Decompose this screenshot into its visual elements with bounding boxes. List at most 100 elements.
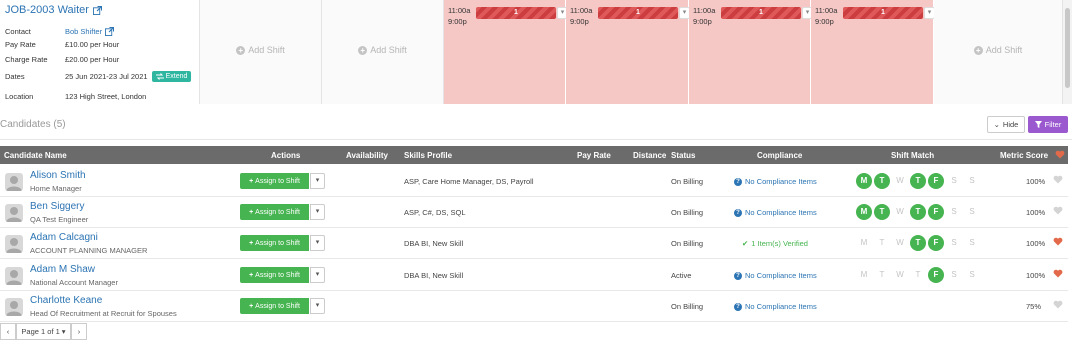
heart-icon[interactable]	[1055, 150, 1065, 159]
assign-dropdown-caret-icon[interactable]: ▾	[310, 298, 325, 314]
day-match-indicator: M	[856, 204, 872, 220]
candidate-name-link[interactable]: Adam Calcagni	[30, 232, 98, 243]
swap-arrows-icon	[155, 73, 164, 80]
assign-label: Assign to Shift	[255, 239, 300, 247]
vertical-scrollbar[interactable]	[1063, 0, 1072, 104]
check-icon: ✔	[742, 239, 749, 248]
col-skills-profile[interactable]: Skills Profile	[404, 151, 452, 160]
plus-icon: +	[249, 208, 254, 216]
col-status[interactable]: Status	[671, 151, 695, 160]
prev-page-button[interactable]: ‹	[0, 323, 16, 340]
col-distance[interactable]: Distance	[633, 151, 666, 160]
assign-dropdown-caret-icon[interactable]: ▾	[310, 267, 325, 283]
job-title[interactable]: JOB-2003 Waiter	[5, 4, 89, 16]
day-match-indicator: S	[969, 270, 975, 279]
day-match-indicator: M	[860, 270, 868, 279]
candidate-name-link[interactable]: Charlotte Keane	[30, 295, 102, 306]
day-match-indicator: T	[910, 173, 926, 189]
assign-label: Assign to Shift	[255, 177, 300, 185]
favourite-heart-icon[interactable]	[1053, 269, 1063, 278]
add-shift-button[interactable]: + Add Shift	[934, 45, 1062, 55]
compliance-status[interactable]: ? No Compliance Items	[734, 208, 817, 217]
add-shift-button[interactable]: + Add Shift	[200, 45, 321, 55]
avatar	[5, 204, 23, 222]
shift-start-time: 11:00a	[448, 6, 471, 15]
job-title-link[interactable]: JOB-2003 Waiter	[5, 4, 102, 16]
assign-to-shift-button[interactable]: + Assign to Shift	[240, 298, 309, 314]
assign-dropdown-caret-icon[interactable]: ▾	[310, 235, 325, 251]
hide-button[interactable]: ⌄ Hide	[987, 116, 1025, 133]
favourite-heart-icon[interactable]	[1053, 300, 1063, 309]
favourite-heart-icon[interactable]	[1053, 206, 1063, 215]
col-candidate-name[interactable]: Candidate Name	[4, 151, 67, 160]
plus-circle-icon: +	[236, 45, 246, 55]
filter-funnel-icon	[1034, 121, 1042, 128]
compliance-text[interactable]: No Compliance Items	[745, 208, 817, 217]
favourite-heart-icon[interactable]	[1053, 237, 1063, 246]
compliance-text[interactable]: No Compliance Items	[745, 302, 817, 311]
candidate-role: Head Of Recruitment at Recruit for Spous…	[30, 309, 177, 318]
compliance-status[interactable]: ✔ 1 Item(s) Verified	[742, 239, 808, 248]
next-page-button[interactable]: ›	[71, 323, 87, 340]
skills-profile: ASP, C#, DS, SQL	[404, 208, 466, 217]
col-availability[interactable]: Availability	[346, 151, 388, 160]
avatar	[5, 298, 23, 316]
external-link-icon[interactable]	[105, 27, 115, 36]
compliance-status[interactable]: ? No Compliance Items	[734, 302, 817, 311]
assign-dropdown-caret-icon[interactable]: ▾	[310, 204, 325, 220]
job-details-panel: JOB-2003 Waiter Contact Bob Shifter Pay …	[0, 0, 200, 104]
assign-to-shift-button[interactable]: + Assign to Shift	[240, 173, 309, 189]
external-link-icon[interactable]	[92, 5, 102, 15]
add-shift-button[interactable]: + Add Shift	[322, 45, 443, 55]
metric-score: 100%	[1026, 208, 1046, 217]
plus-icon: +	[249, 177, 254, 185]
col-pay-rate[interactable]: Pay Rate	[577, 151, 611, 160]
assign-dropdown-caret-icon[interactable]: ▾	[310, 173, 325, 189]
shift-start-time: 11:00a	[693, 6, 716, 15]
compliance-text[interactable]: 1 Item(s) Verified	[751, 239, 808, 248]
filter-button[interactable]: Filter	[1028, 116, 1068, 133]
shift-bar[interactable]: 1	[721, 7, 801, 19]
shift-bar[interactable]: 1	[476, 7, 556, 19]
assign-to-shift-button[interactable]: + Assign to Shift	[240, 267, 309, 283]
assign-to-shift-button[interactable]: + Assign to Shift	[240, 204, 309, 220]
filter-label: Filter	[1044, 120, 1062, 129]
day-match-indicator: F	[928, 173, 944, 189]
candidate-name-link[interactable]: Alison Smith	[30, 170, 86, 181]
candidate-name-link[interactable]: Adam M Shaw	[30, 264, 95, 275]
scrollbar-thumb[interactable]	[1065, 8, 1070, 88]
metric-score: 100%	[1026, 271, 1046, 280]
shift-match-days: MTWTFSS	[856, 267, 980, 283]
question-circle-icon: ?	[734, 177, 742, 186]
day-match-indicator: S	[969, 176, 975, 185]
favourite-heart-icon[interactable]	[1053, 175, 1063, 184]
compliance-text[interactable]: No Compliance Items	[745, 177, 817, 186]
page-select[interactable]: Page 1 of 1 ▾	[16, 323, 71, 340]
table-row: Adam Calcagni ACCOUNT PLANNING MANAGER +…	[0, 228, 1068, 259]
compliance-status[interactable]: ? No Compliance Items	[734, 177, 817, 186]
day-match-indicator: T	[910, 235, 926, 251]
day-match-indicator: W	[896, 176, 904, 185]
col-metric-score[interactable]: Metric Score	[1000, 151, 1048, 160]
contact-link[interactable]: Bob Shifter	[65, 27, 115, 36]
page-select-label: Page 1 of 1	[21, 327, 60, 336]
metric-score: 100%	[1026, 239, 1046, 248]
metric-score: 100%	[1026, 177, 1046, 186]
col-shift-match[interactable]: Shift Match	[891, 151, 934, 160]
col-actions: Actions	[271, 151, 301, 160]
assign-to-shift-button[interactable]: + Assign to Shift	[240, 235, 309, 251]
compliance-text[interactable]: No Compliance Items	[745, 271, 817, 280]
table-row: Charlotte Keane Head Of Recruitment at R…	[0, 291, 1068, 322]
shift-start-time: 11:00a	[815, 6, 838, 15]
compliance-status[interactable]: ? No Compliance Items	[734, 271, 817, 280]
candidate-name-link[interactable]: Ben Siggery	[30, 201, 84, 212]
contact-value[interactable]: Bob Shifter	[65, 27, 102, 36]
shift-cell-filled: 11:00a 9:00p 1 ▾	[689, 0, 813, 104]
add-shift-label: Add Shift	[985, 45, 1023, 55]
shift-bar[interactable]: 1	[598, 7, 678, 19]
col-compliance[interactable]: Compliance	[757, 151, 802, 160]
extend-button[interactable]: Extend	[151, 71, 192, 82]
shift-bar[interactable]: 1	[843, 7, 923, 19]
shift-cell-filled: 11:00a 9:00p 1 ▾	[811, 0, 935, 104]
candidates-table-header: Candidate Name Actions Availability Skil…	[0, 146, 1068, 164]
